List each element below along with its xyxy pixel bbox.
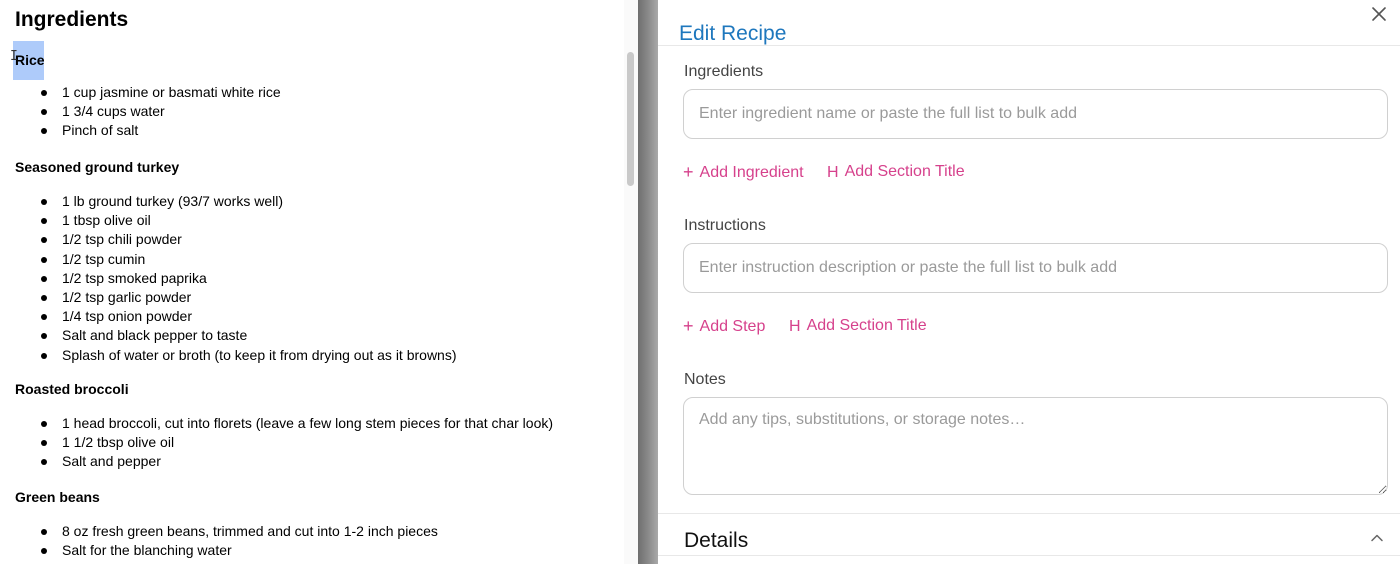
list-item: 1 1/2 tbsp olive oil bbox=[15, 433, 553, 452]
add-section-title-label: Add Section Title bbox=[806, 317, 927, 334]
bullet-icon bbox=[41, 256, 47, 263]
add-instruction-section-title-button[interactable]: H Add Section Title bbox=[789, 316, 927, 337]
heading-icon: H bbox=[789, 318, 801, 335]
modal-title: Edit Recipe bbox=[679, 22, 787, 45]
section-green-beans: Green beans 8 oz fresh green beans, trim… bbox=[15, 488, 438, 560]
close-button[interactable] bbox=[1369, 4, 1389, 24]
list-item: Pinch of salt bbox=[15, 121, 281, 140]
add-ingredient-label: Add Ingredient bbox=[699, 164, 804, 181]
list-item: 1/2 tsp garlic powder bbox=[15, 288, 457, 307]
details-section-header[interactable]: Details bbox=[684, 528, 748, 554]
list-item: Splash of water or broth (to keep it fro… bbox=[15, 346, 457, 365]
instructions-label: Instructions bbox=[684, 217, 766, 234]
ingredient-list: 1 cup jasmine or basmati white rice 1 3/… bbox=[15, 83, 281, 141]
add-step-label: Add Step bbox=[699, 318, 766, 335]
document-title: Ingredients bbox=[15, 8, 129, 31]
chevron-up-icon bbox=[1371, 534, 1383, 542]
modal-backdrop-shadow bbox=[638, 0, 658, 564]
bullet-icon bbox=[41, 529, 47, 535]
details-collapse-toggle[interactable] bbox=[1369, 530, 1385, 546]
add-ingredient-button[interactable]: + Add Ingredient bbox=[683, 162, 804, 183]
list-item: 1/4 tsp onion powder bbox=[15, 307, 457, 326]
list-item: Salt and black pepper to taste bbox=[15, 326, 457, 345]
notes-label: Notes bbox=[684, 371, 726, 388]
close-icon bbox=[1372, 7, 1386, 21]
bullet-icon bbox=[41, 199, 47, 205]
list-item: 1 3/4 cups water bbox=[15, 102, 281, 121]
bullet-icon bbox=[41, 275, 47, 282]
bullet-icon bbox=[41, 90, 47, 96]
list-item: 8 oz fresh green beans, trimmed and cut … bbox=[15, 522, 438, 541]
section-title: Roasted broccoli bbox=[15, 381, 129, 397]
ingredient-list: 1 lb ground turkey (93/7 works well) 1 t… bbox=[15, 192, 457, 365]
document-scrollbar[interactable] bbox=[624, 0, 638, 564]
ingredient-list: 8 oz fresh green beans, trimmed and cut … bbox=[15, 522, 438, 560]
bullet-icon bbox=[41, 237, 47, 244]
bullet-icon bbox=[41, 421, 47, 427]
list-item: 1 head broccoli, cut into florets (leave… bbox=[15, 414, 553, 433]
scrollbar-thumb[interactable] bbox=[627, 52, 634, 186]
heading-icon: H bbox=[827, 164, 839, 181]
add-section-title-label: Add Section Title bbox=[844, 163, 965, 180]
plus-icon: + bbox=[683, 316, 694, 336]
ingredients-label: Ingredients bbox=[684, 63, 764, 80]
section-seasoned-turkey: Seasoned ground turkey 1 lb ground turke… bbox=[15, 158, 457, 365]
bullet-icon bbox=[41, 548, 47, 555]
text-cursor-icon: I bbox=[10, 49, 18, 64]
divider bbox=[658, 513, 1400, 514]
bullet-icon bbox=[41, 218, 47, 225]
bullet-icon bbox=[41, 440, 47, 447]
list-item: 1/2 tsp chili powder bbox=[15, 230, 457, 249]
list-item: 1 lb ground turkey (93/7 works well) bbox=[15, 192, 457, 211]
bullet-icon bbox=[41, 295, 47, 302]
plus-icon: + bbox=[683, 162, 694, 182]
bullet-icon bbox=[41, 333, 47, 340]
add-ingredient-section-title-button[interactable]: H Add Section Title bbox=[827, 162, 965, 183]
bullet-icon bbox=[41, 314, 47, 321]
list-item: 1 tbsp olive oil bbox=[15, 211, 457, 230]
document-pane: Ingredients Rice 1 cup jasmine or basmat… bbox=[0, 0, 624, 564]
ingredient-input[interactable] bbox=[683, 89, 1388, 139]
divider bbox=[658, 555, 1400, 556]
list-item: Salt and pepper bbox=[15, 452, 553, 471]
edit-recipe-modal: Edit Recipe Ingredients +Add Ingredient … bbox=[658, 0, 1400, 564]
add-step-button[interactable]: + Add Step bbox=[683, 316, 765, 337]
notes-textarea[interactable] bbox=[683, 397, 1388, 495]
section-title: Seasoned ground turkey bbox=[15, 159, 180, 175]
bullet-icon bbox=[41, 109, 47, 116]
bullet-icon bbox=[41, 128, 47, 135]
ingredient-list: 1 head broccoli, cut into florets (leave… bbox=[15, 414, 553, 472]
list-item: 1/2 tsp smoked paprika bbox=[15, 269, 457, 288]
list-item: 1/2 tsp cumin bbox=[15, 250, 457, 269]
section-roasted-broccoli: Roasted broccoli 1 head broccoli, cut in… bbox=[15, 380, 553, 472]
list-item: 1 cup jasmine or basmati white rice bbox=[15, 83, 281, 102]
section-rice: Rice 1 cup jasmine or basmati white rice… bbox=[13, 41, 281, 141]
section-title: Green beans bbox=[15, 489, 100, 505]
divider bbox=[658, 45, 1400, 46]
instruction-input[interactable] bbox=[683, 243, 1388, 293]
list-item: Salt for the blanching water bbox=[15, 541, 438, 560]
bullet-icon bbox=[41, 459, 47, 466]
bullet-icon bbox=[41, 352, 47, 359]
